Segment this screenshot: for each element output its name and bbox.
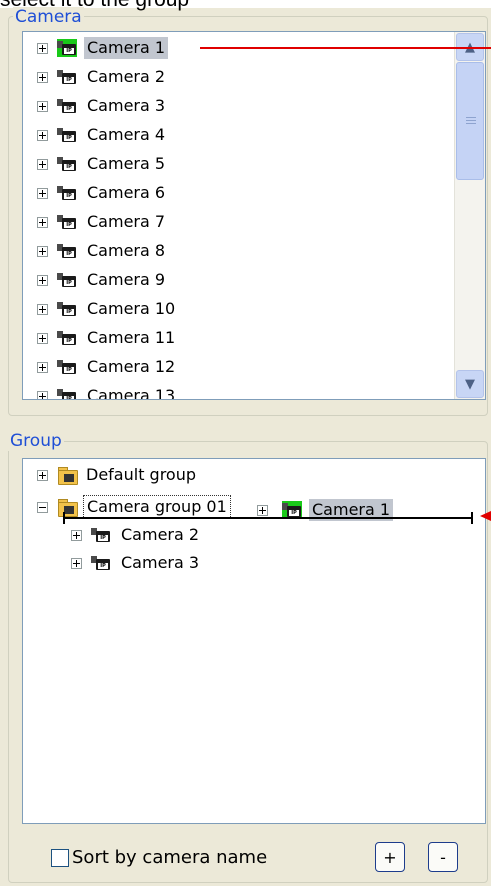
tree-row-camera[interactable]: IP Camera 5 [37,151,168,177]
camera-tree: IP Camera 1 IP Camera 2 IP Camera 3 IP Camera 4… [22,31,486,400]
ip-camera-icon: IP [282,501,302,519]
group-tree: Default group Camera group 01 IP Camera … [22,458,486,824]
expand-icon[interactable] [71,529,82,541]
scroll-down-button[interactable]: ▼ [456,370,484,398]
tree-row-camera[interactable]: IP Camera 1 [37,35,169,61]
expand-icon[interactable] [37,245,48,257]
tree-row-group[interactable]: Camera group 01 [37,494,231,520]
ip-camera-icon: IP [57,358,77,376]
ip-camera-icon: IP [57,155,77,173]
camera-label: Camera 8 [87,241,166,260]
expand-icon[interactable] [37,100,48,112]
expand-icon[interactable] [37,361,48,373]
camera-legend: Camera [13,7,84,27]
add-button[interactable]: + [375,842,405,872]
tree-row-camera[interactable]: IP Camera 7 [37,209,168,235]
scroll-up-button[interactable]: ▲ [456,33,484,61]
expand-icon[interactable] [37,274,48,286]
expand-icon[interactable] [37,469,48,481]
sort-label: Sort by camera name [72,847,268,868]
expand-icon[interactable] [37,216,48,228]
expand-icon[interactable] [37,390,48,399]
camera-label: Camera 11 [87,328,176,347]
camera-label: Camera 5 [87,154,166,173]
camera-label: Camera 9 [87,270,166,289]
tree-row-group[interactable]: Default group [37,462,199,488]
tree-row-camera[interactable]: IP Camera 11 [37,325,178,351]
camera-label: Camera 6 [87,183,166,202]
camera-label: Camera 7 [87,212,166,231]
ip-camera-icon: IP [91,554,111,572]
drag-ghost-item: IP Camera 1 [257,497,394,523]
expand-icon[interactable] [37,187,48,199]
tree-row-camera[interactable]: IP Camera 4 [37,122,168,148]
camera-label: Camera 10 [87,299,176,318]
ip-camera-icon: IP [57,242,77,260]
tree-row-camera[interactable]: IP Camera 3 [71,550,202,576]
tree-row-camera[interactable]: IP Camera 10 [37,296,178,322]
expand-icon[interactable] [37,303,48,315]
camera-label: Camera 1 [84,37,169,59]
camera-label: Camera 2 [87,67,166,86]
tree-row-camera[interactable]: IP Camera 13 [37,383,178,400]
expand-icon[interactable] [37,332,48,344]
expand-icon[interactable] [37,42,48,54]
scroll-thumb[interactable] [456,62,484,180]
expand-icon[interactable] [37,129,48,141]
ip-camera-icon: IP [57,126,77,144]
ip-camera-icon: IP [57,329,77,347]
ip-camera-icon: IP [57,97,77,115]
expand-icon[interactable] [37,71,48,83]
expand-icon [257,504,268,516]
tree-row-camera[interactable]: IP Camera 8 [37,238,168,264]
camera-label: Camera 3 [87,96,166,115]
ip-camera-icon: IP [57,271,77,289]
tree-row-camera[interactable]: IP Camera 12 [37,354,178,380]
camera-label: Camera 3 [121,553,200,572]
tree-row-camera[interactable]: IP Camera 9 [37,267,168,293]
tree-row-camera[interactable]: IP Camera 6 [37,180,168,206]
ip-camera-icon: IP [57,387,77,399]
group-label: Default group [86,465,197,484]
remove-button[interactable]: - [428,842,458,872]
group-legend: Group [8,431,64,451]
camera-label: Camera 4 [87,125,166,144]
camera-scrollbar[interactable]: ▲ ▼ [454,32,485,399]
camera-label: Camera 12 [87,357,176,376]
tree-row-camera[interactable]: IP Camera 2 [37,64,168,90]
expand-icon[interactable] [71,557,82,569]
drag-ghost-label: Camera 1 [309,499,394,521]
sort-option[interactable]: Sort by camera name [51,847,267,868]
tree-row-camera[interactable]: IP Camera 2 [71,522,202,548]
open-camera-folder-icon [57,498,78,517]
ip-camera-icon: IP [91,526,111,544]
camera-folder-icon [57,466,78,485]
camera-label: Camera 2 [121,525,200,544]
camera-label: Camera 13 [87,386,176,400]
ip-camera-icon: IP [57,39,77,57]
expand-icon[interactable] [37,158,48,170]
group-label: Camera group 01 [83,495,231,519]
ip-camera-icon: IP [57,300,77,318]
collapse-icon[interactable] [37,501,48,513]
ip-camera-icon: IP [57,213,77,231]
ip-camera-icon: IP [57,184,77,202]
sort-checkbox[interactable] [51,848,69,867]
ip-camera-icon: IP [57,68,77,86]
tree-row-camera[interactable]: IP Camera 3 [37,93,168,119]
